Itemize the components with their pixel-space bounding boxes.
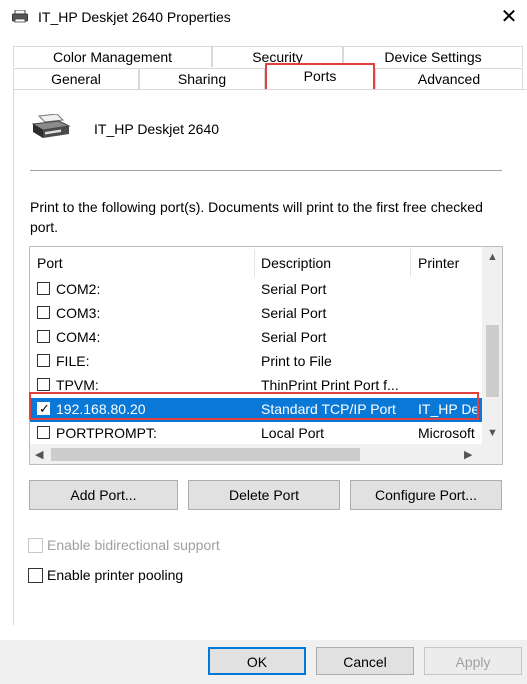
- port-name: PORTPROMPT:: [56, 425, 157, 441]
- tab-color-management[interactable]: Color Management: [13, 46, 212, 67]
- scroll-up-icon[interactable]: ▲: [487, 251, 498, 263]
- column-divider[interactable]: [254, 249, 255, 277]
- selection-highlight: [29, 392, 479, 420]
- scroll-right-icon[interactable]: ▶: [464, 448, 472, 461]
- port-description: Serial Port: [261, 305, 327, 321]
- add-port-button[interactable]: Add Port...: [29, 480, 178, 510]
- separator: [30, 170, 502, 171]
- bidirectional-option: Enable bidirectional support: [28, 537, 288, 555]
- port-checkbox[interactable]: [37, 306, 50, 319]
- apply-button[interactable]: Apply: [424, 647, 522, 675]
- port-description: Print to File: [261, 353, 332, 369]
- column-header-printer[interactable]: Printer: [418, 255, 459, 271]
- cancel-button[interactable]: Cancel: [316, 647, 414, 675]
- close-button[interactable]: ✕: [494, 3, 524, 31]
- ports-list[interactable]: Port Description Printer COM2: Serial Po…: [29, 246, 503, 465]
- tab-advanced[interactable]: Advanced: [375, 68, 523, 89]
- title-bar: IT_HP Deskjet 2640 Properties ✕: [0, 0, 527, 34]
- port-checkbox[interactable]: [37, 426, 50, 439]
- tab-general[interactable]: General: [13, 68, 139, 89]
- scroll-left-icon[interactable]: ◀: [35, 448, 43, 461]
- column-divider[interactable]: [410, 249, 411, 277]
- vertical-scroll-thumb[interactable]: [486, 325, 499, 397]
- port-name: COM2:: [56, 281, 101, 297]
- port-checkbox[interactable]: [37, 354, 50, 367]
- port-row-portprompt[interactable]: PORTPROMPT: Local Port Microsoft: [30, 422, 482, 446]
- bidirectional-checkbox: [28, 538, 43, 553]
- port-row-com2[interactable]: COM2: Serial Port: [30, 278, 482, 302]
- port-name: TPVM:: [56, 377, 99, 393]
- instructions-text: Print to the following port(s). Document…: [30, 199, 483, 235]
- horizontal-scrollbar[interactable]: ◀ ▶: [30, 444, 502, 464]
- column-header-description[interactable]: Description: [261, 255, 331, 271]
- ok-button[interactable]: OK: [208, 647, 306, 675]
- port-name: FILE:: [56, 353, 90, 369]
- pooling-checkbox[interactable]: [28, 568, 43, 583]
- printer-name: IT_HP Deskjet 2640: [94, 121, 220, 137]
- port-checkbox[interactable]: [37, 282, 50, 295]
- port-checkbox[interactable]: [37, 378, 50, 391]
- port-description: Serial Port: [261, 329, 327, 345]
- horizontal-scroll-thumb[interactable]: [51, 448, 360, 461]
- delete-port-button[interactable]: Delete Port: [188, 480, 340, 510]
- printer-icon: [12, 10, 28, 23]
- port-name: COM3:: [56, 305, 101, 321]
- port-row-com3[interactable]: COM3: Serial Port: [30, 302, 482, 326]
- port-checkbox[interactable]: [37, 330, 50, 343]
- pooling-label[interactable]: Enable printer pooling: [47, 567, 183, 583]
- scroll-down-icon[interactable]: ▼: [487, 427, 498, 439]
- configure-port-button[interactable]: Configure Port...: [350, 480, 502, 510]
- bidirectional-label: Enable bidirectional support: [47, 537, 220, 553]
- printer-icon: [31, 114, 71, 138]
- port-row-com4[interactable]: COM4: Serial Port: [30, 326, 482, 350]
- port-printer: Microsoft: [418, 425, 475, 441]
- vertical-scrollbar[interactable]: ▲ ▼: [482, 247, 502, 445]
- window-title: IT_HP Deskjet 2640 Properties: [38, 9, 231, 25]
- tab-ports[interactable]: Ports: [265, 63, 375, 91]
- column-header-port[interactable]: Port: [37, 255, 63, 271]
- port-description: ThinPrint Print Port f...: [261, 377, 399, 393]
- port-description: Serial Port: [261, 281, 327, 297]
- tab-sharing[interactable]: Sharing: [139, 68, 265, 89]
- port-row-file[interactable]: FILE: Print to File: [30, 350, 482, 374]
- port-name: COM4:: [56, 329, 101, 345]
- port-description: Local Port: [261, 425, 325, 441]
- pooling-option[interactable]: Enable printer pooling: [28, 567, 248, 585]
